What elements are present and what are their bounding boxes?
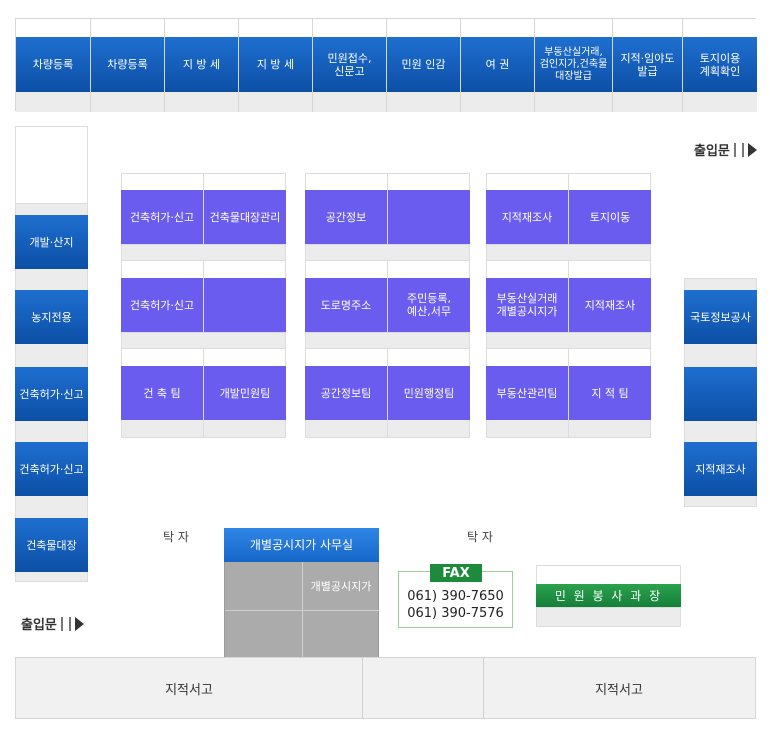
desk-g1-r2-c2	[204, 278, 286, 332]
left-counter: 개발·산지	[15, 215, 88, 269]
desk-g3-r1-c1: 지적재조사	[486, 190, 568, 244]
archive-left: 지적서고	[165, 682, 213, 698]
table-label-right: 탁 자	[467, 530, 493, 544]
entrance-label: 출입문	[21, 618, 57, 633]
right-counter: 지적재조사	[684, 442, 757, 496]
entrance-top-right: 출입문	[694, 140, 757, 159]
service-desk: 민 원 봉 사 과 장	[536, 565, 681, 627]
top-cell-3: 지 방 세	[165, 19, 239, 112]
counter-label: 민원접수, 신문고	[313, 37, 386, 92]
right-counter-column: 국토정보공사 지적재조사	[684, 278, 757, 507]
desk-g3-r2-c2: 지적재조사	[569, 278, 651, 332]
left-counter: 농지전용	[15, 290, 88, 344]
desk-g3-r2-c1: 부동산실거래 개별공시지가	[486, 278, 568, 332]
desk-g2-r1-c1: 공간정보	[305, 190, 387, 244]
right-counter	[684, 367, 757, 421]
counter-label: 지 방 세	[239, 37, 312, 92]
top-cell-4: 지 방 세	[239, 19, 313, 112]
desk-g1-r1-c2: 건축물대장관리	[204, 190, 286, 244]
counter-label: 지 방 세	[165, 37, 238, 92]
left-counter: 건축물대장	[15, 518, 88, 572]
office-cell: 개별공시지가	[310, 580, 372, 593]
desk-g1-r2-c1: 건축허가·신고	[121, 278, 203, 332]
desk-group-1: 건축허가·신고 건축물대장관리 건축허가·신고 건 축 팀 개발민원팀	[121, 173, 286, 438]
desk-g2-r1-c2	[388, 190, 470, 244]
counter-label: 차량등록	[91, 37, 164, 92]
desk-g1-r3-c1: 건 축 팀	[121, 366, 203, 420]
office-title: 개별공시지가 사무실	[224, 528, 379, 562]
top-cell-9: 지적·임야도 발급	[613, 19, 683, 112]
table-label-left: 탁 자	[163, 530, 189, 544]
desk-g3-r3-c1: 부동산관리팀	[486, 366, 568, 420]
service-desk-label: 민 원 봉 사 과 장	[536, 584, 681, 607]
archive-right: 지적서고	[595, 682, 643, 698]
top-cell-10: 토지이용 계획확인	[683, 19, 757, 112]
desk-g3-r1-c2: 토지이동	[569, 190, 651, 244]
counter-label: 토지이용 계획확인	[683, 37, 757, 92]
top-cell-2: 차량등록	[91, 19, 165, 112]
left-empty-slot	[15, 126, 88, 204]
desk-g2-r2-c2: 주민등록, 예산,서무	[388, 278, 470, 332]
desk-group-2: 공간정보 도로명주소 주민등록, 예산,서무 공간정보팀 민원행정팀	[305, 173, 470, 438]
top-cell-5: 민원접수, 신문고	[313, 19, 387, 112]
desk-group-3: 지적재조사 토지이동 부동산실거래 개별공시지가 지적재조사 부동산관리팀 지 …	[486, 173, 651, 438]
top-counter-row: 차량등록 차량등록 지 방 세 지 방 세 민원접수, 신문고 민원 인감 여 …	[15, 18, 757, 112]
desk-g3-r3-c2: 지 적 팀	[569, 366, 651, 420]
top-cell-6: 민원 인감	[387, 19, 461, 112]
top-cell-1: 차량등록	[16, 19, 91, 112]
desk-g1-r1-c1: 건축허가·신고	[121, 190, 203, 244]
desk-g1-r3-c2: 개발민원팀	[204, 366, 286, 420]
counter-label: 여 권	[461, 37, 534, 92]
archive-row: 지적서고 지적서고	[15, 657, 756, 719]
counter-label: 지적·임야도 발급	[613, 37, 682, 92]
arrow-right-icon	[74, 616, 84, 631]
fax-box: FAX 061) 390-7650 061) 390-7576	[398, 564, 513, 628]
counter-label: 부동산실거래, 검인지가,건축물 대장발급	[535, 37, 612, 92]
left-counter-column: 개발·산지 농지전용 건축허가·신고 건축허가·신고 건축물대장	[15, 126, 88, 582]
entrance-label: 출입문	[694, 144, 730, 159]
entrance-bars-icon	[60, 616, 71, 631]
counter-label: 민원 인감	[387, 37, 460, 92]
left-counter: 건축허가·신고	[15, 367, 88, 421]
right-counter: 국토정보공사	[684, 290, 757, 344]
fax-number: 061) 390-7576	[407, 606, 504, 621]
fax-number: 061) 390-7650	[407, 589, 504, 604]
desk-g2-r3-c1: 공간정보팀	[305, 366, 387, 420]
fax-label: FAX	[430, 564, 482, 582]
entrance-bottom-left: 출입문	[21, 614, 84, 633]
desk-g2-r3-c2: 민원행정팀	[388, 366, 470, 420]
office-room: 개별공시지가 사무실 개별공시지가	[224, 528, 379, 658]
arrow-right-icon	[747, 142, 757, 157]
entrance-bars-icon	[733, 142, 744, 157]
top-cell-7: 여 권	[461, 19, 535, 112]
top-cell-8: 부동산실거래, 검인지가,건축물 대장발급	[535, 19, 613, 112]
left-counter: 건축허가·신고	[15, 442, 88, 496]
counter-label: 차량등록	[16, 37, 90, 92]
desk-g2-r2-c1: 도로명주소	[305, 278, 387, 332]
